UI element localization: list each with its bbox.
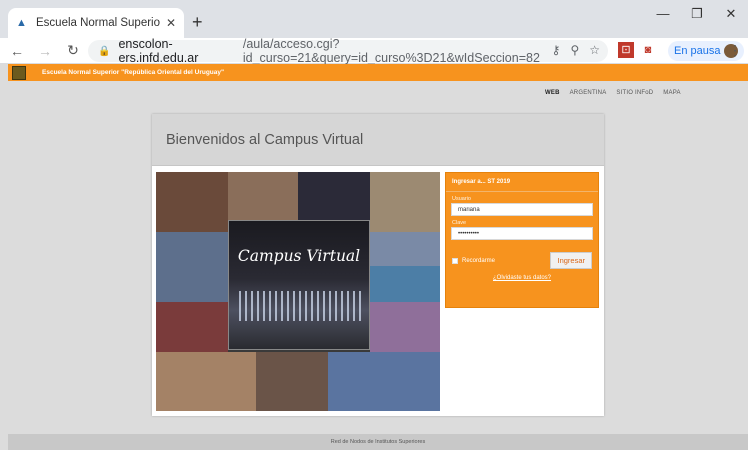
new-tab-button[interactable]: +	[192, 12, 203, 33]
user-label: Usuario	[452, 196, 471, 202]
pdf-extension-icon[interactable]: ⊡	[618, 42, 634, 58]
page: Escuela Normal Superior "República Orien…	[0, 64, 748, 450]
forgot-password-link[interactable]: ¿Olvidaste tus datos?	[446, 275, 598, 281]
collage-photo	[228, 172, 298, 220]
collage-center-photo: Campus Virtual	[228, 220, 370, 350]
collage-photo	[370, 266, 440, 302]
nav-web[interactable]: WEB	[545, 90, 560, 96]
url-host: enscolon-ers.infd.edu.ar	[118, 37, 199, 65]
username-field[interactable]	[451, 203, 593, 216]
collage-title: Campus Virtual	[237, 247, 361, 265]
login-button[interactable]: Ingresar	[550, 252, 592, 269]
omnibox-icons: ⚷ ⚲ ☆	[552, 43, 600, 57]
school-name[interactable]: Escuela Normal Superior "República Orien…	[42, 69, 224, 76]
footer: Red de Nodos de Institutos Superiores	[8, 434, 748, 450]
collage-photo	[156, 352, 256, 411]
close-icon[interactable]: ✕	[166, 16, 176, 30]
collage-photo	[370, 302, 440, 352]
collage-photo	[370, 232, 440, 266]
zoom-icon[interactable]: ⚲	[570, 43, 579, 57]
collage-photo	[156, 302, 228, 352]
pocket-extension-icon[interactable]: ◙	[640, 42, 656, 58]
collage-photo	[370, 172, 440, 232]
school-logo[interactable]	[12, 65, 26, 80]
browser-tab[interactable]: ▲ Escuela Normal Superior "Repúbl ✕	[8, 8, 184, 38]
bookmark-star-icon[interactable]: ☆	[589, 43, 600, 57]
reload-icon[interactable]: ↻	[62, 42, 84, 59]
password-label: Clave	[452, 220, 467, 226]
collage-photo	[156, 232, 228, 302]
minimize-icon[interactable]: —	[646, 6, 680, 22]
nav-mapa[interactable]: MAPA	[663, 90, 680, 96]
nav-argentina[interactable]: ARGENTINA	[570, 90, 607, 96]
remember-me[interactable]: Recordarme	[452, 257, 496, 264]
remember-checkbox[interactable]	[452, 257, 458, 264]
lock-icon[interactable]: 🔒	[98, 46, 110, 57]
profile-status: En pausa	[674, 45, 721, 57]
collage-photo	[328, 352, 440, 411]
site-header: Escuela Normal Superior "República Orien…	[8, 64, 748, 81]
nav-sitio-infod[interactable]: SITIO INFoD	[616, 90, 653, 96]
password-field[interactable]	[451, 227, 593, 240]
collage-photo	[256, 352, 328, 411]
remember-label: Recordarme	[462, 257, 496, 264]
login-title: Ingresar a... ST 2019	[446, 173, 598, 192]
flags-decoration	[239, 291, 361, 321]
card-header: Bienvenidos al Campus Virtual	[152, 114, 604, 166]
browser-tabbar: ▲ Escuela Normal Superior "Repúbl ✕ + — …	[0, 0, 748, 38]
window-controls: — ❐ ✕	[646, 6, 748, 22]
maximize-icon[interactable]: ❐	[680, 6, 714, 22]
window-close-icon[interactable]: ✕	[714, 6, 748, 22]
login-form: Ingresar a... ST 2019 Usuario Clave Reco…	[445, 172, 599, 308]
login-actions: Recordarme Ingresar	[452, 252, 592, 269]
photo-collage: Campus Virtual	[156, 172, 440, 411]
browser-toolbar: ← → ↻ 🔒 enscolon-ers.infd.edu.ar/aula/ac…	[0, 37, 748, 65]
campus-card: Bienvenidos al Campus Virtual Campus Vir…	[152, 114, 604, 416]
top-nav: WEB ARGENTINA SITIO INFoD MAPA	[545, 90, 681, 96]
menu-icon[interactable]: ⋮	[728, 42, 742, 59]
school-favicon-icon: ▲	[16, 17, 27, 29]
collage-photo	[298, 172, 370, 220]
tab-title: Escuela Normal Superior "Repúbl	[36, 17, 160, 29]
collage-photo	[156, 172, 228, 232]
back-icon[interactable]: ←	[6, 43, 28, 59]
address-bar[interactable]: 🔒 enscolon-ers.infd.edu.ar/aula/acceso.c…	[88, 37, 608, 65]
key-icon[interactable]: ⚷	[552, 43, 561, 57]
forward-icon[interactable]: →	[34, 43, 56, 59]
page-title: Bienvenidos al Campus Virtual	[166, 131, 364, 148]
